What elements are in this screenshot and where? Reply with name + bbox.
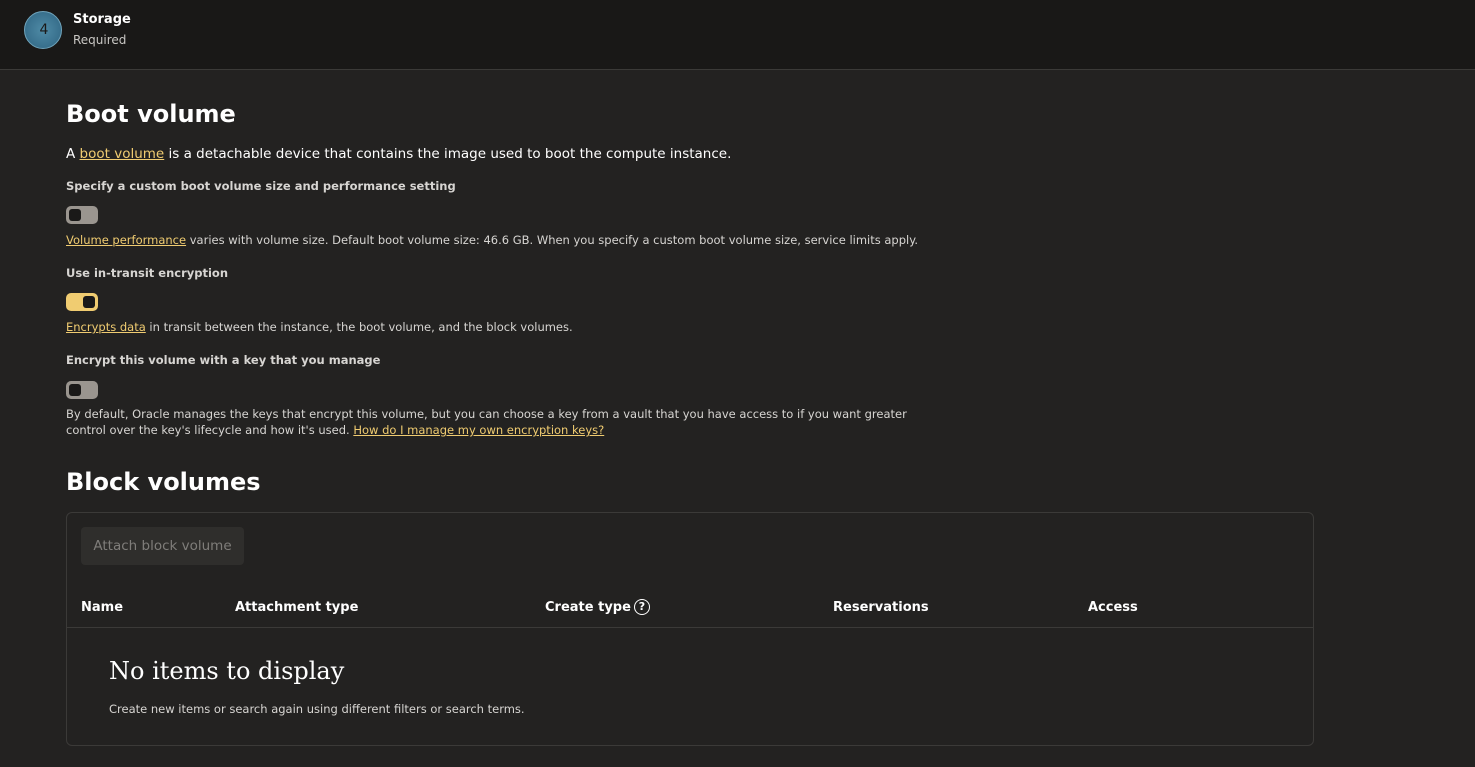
volume-performance-link[interactable]: Volume performance bbox=[66, 233, 186, 247]
own-key-label: Encrypt this volume with a key that you … bbox=[66, 353, 381, 367]
toggle-knob bbox=[69, 384, 81, 396]
block-volumes-table-card: Attach block volume Name Attachment type… bbox=[66, 512, 1314, 746]
encrypts-data-link[interactable]: Encrypts data bbox=[66, 320, 146, 334]
boot-volume-intro: A boot volume is a detachable device tha… bbox=[66, 146, 731, 162]
column-header-name[interactable]: Name bbox=[81, 600, 123, 615]
column-header-access[interactable]: Access bbox=[1088, 600, 1138, 615]
boot-volume-heading: Boot volume bbox=[66, 100, 236, 128]
own-key-toggle[interactable] bbox=[66, 381, 98, 399]
column-header-attachment-type[interactable]: Attachment type bbox=[235, 600, 358, 615]
boot-volume-link[interactable]: boot volume bbox=[80, 146, 165, 162]
custom-size-toggle[interactable] bbox=[66, 206, 98, 224]
own-key-help-line1: By default, Oracle manages the keys that… bbox=[66, 407, 907, 421]
create-type-label: Create type bbox=[545, 600, 631, 615]
custom-size-help-text: varies with volume size. Default boot vo… bbox=[186, 233, 919, 247]
toggle-knob bbox=[69, 209, 81, 221]
manage-keys-link[interactable]: How do I manage my own encryption keys? bbox=[353, 423, 604, 437]
step-title: Storage bbox=[73, 12, 131, 27]
empty-state-description: Create new items or search again using d… bbox=[109, 702, 525, 716]
block-volumes-heading: Block volumes bbox=[66, 468, 261, 496]
step-subtitle: Required bbox=[73, 33, 127, 47]
question-circle-icon[interactable]: ? bbox=[633, 599, 650, 615]
in-transit-help-text: in transit between the instance, the boo… bbox=[145, 320, 573, 334]
in-transit-label: Use in-transit encryption bbox=[66, 266, 229, 280]
custom-size-label: Specify a custom boot volume size and pe… bbox=[66, 179, 456, 193]
column-header-reservations[interactable]: Reservations bbox=[833, 600, 929, 615]
attach-block-volume-button[interactable]: Attach block volume bbox=[81, 527, 244, 565]
custom-size-help: Volume performance varies with volume si… bbox=[66, 232, 918, 248]
column-header-create-type[interactable]: Create type? bbox=[545, 599, 650, 615]
own-key-help-line2: control over the key's lifecycle and how… bbox=[66, 422, 907, 438]
own-key-help: By default, Oracle manages the keys that… bbox=[66, 406, 907, 438]
empty-state-title: No items to display bbox=[109, 657, 345, 685]
table-header-divider bbox=[67, 627, 1313, 628]
step-number: 4 bbox=[39, 22, 49, 38]
step-number-badge: 4 bbox=[24, 11, 62, 49]
boot-volume-intro-prefix: A bbox=[66, 146, 80, 162]
step-header: 4 Storage Required bbox=[0, 0, 1475, 70]
toggle-knob bbox=[83, 296, 95, 308]
own-key-help-line2-text: control over the key's lifecycle and how… bbox=[66, 423, 354, 437]
in-transit-help: Encrypts data in transit between the ins… bbox=[66, 319, 573, 335]
boot-volume-intro-suffix: is a detachable device that contains the… bbox=[164, 146, 732, 162]
in-transit-toggle[interactable] bbox=[66, 293, 98, 311]
